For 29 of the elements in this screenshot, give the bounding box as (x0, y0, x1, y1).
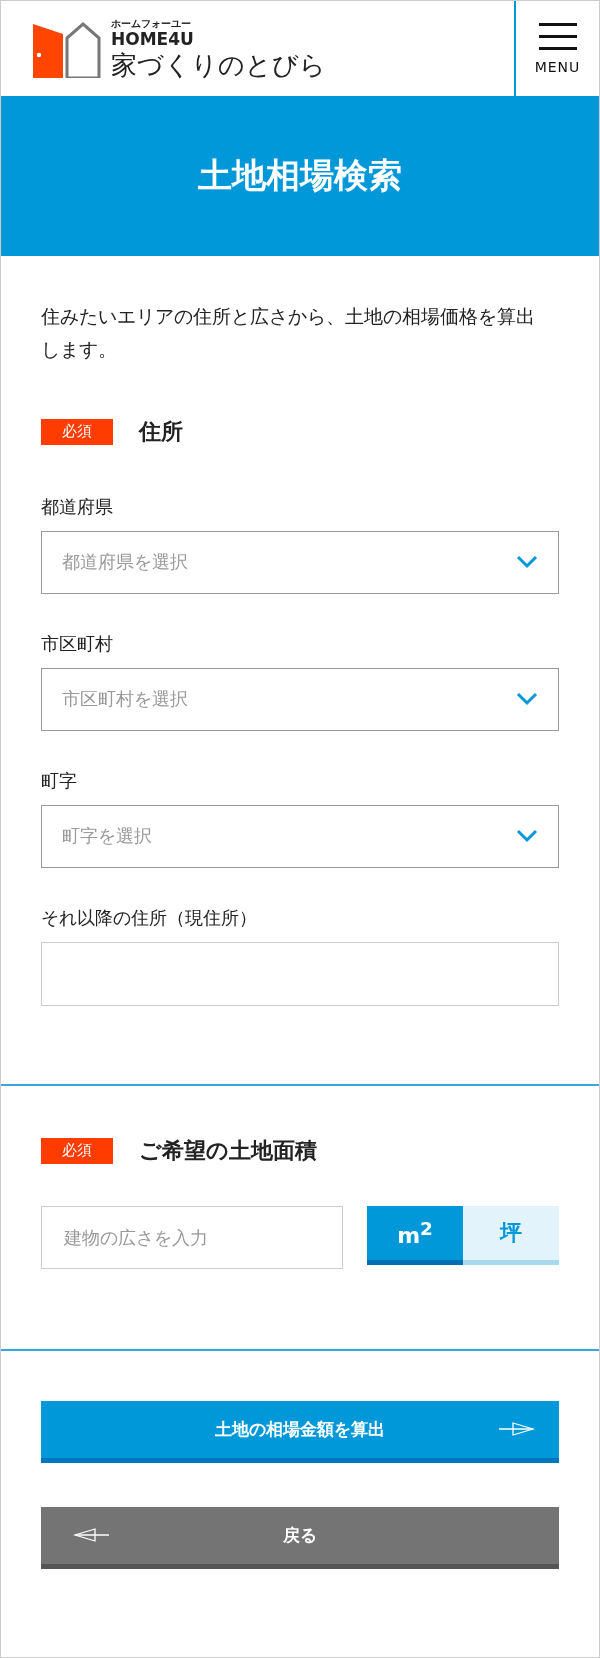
back-button[interactable]: 戻る (41, 1506, 559, 1569)
field-label: 都道府県 (41, 494, 114, 519)
chevron-down-icon (516, 829, 538, 843)
input-field[interactable] (41, 941, 559, 1006)
required-badge: 必須 (41, 418, 113, 445)
section-title: 住所 (139, 417, 183, 446)
logo-kana: ホームフォーユー (111, 19, 192, 29)
select-field[interactable]: 都道府県を選択 (41, 530, 559, 594)
select-field[interactable]: 市区町村を選択 (41, 667, 559, 731)
unit-toggle[interactable]: m$^{2}$ (367, 1205, 463, 1265)
arrow-left-icon (73, 1528, 109, 1542)
arrow-right-icon (499, 1422, 535, 1436)
field-label: 市区町村 (41, 631, 114, 656)
logo-title: 家づくりのとびら (111, 52, 326, 78)
calculate-button[interactable]: 土地の相場金額を算出 (41, 1400, 559, 1463)
section-title: ご希望の土地面積 (139, 1136, 317, 1165)
logo-brand: HOME4U (111, 31, 195, 48)
field-label: それ以降の住所（現住所） (41, 905, 258, 930)
required-badge: 必須 (41, 1137, 113, 1164)
menu-icon (538, 22, 577, 51)
house-door-icon (31, 19, 101, 78)
intro-text: 住みたいエリアの住所と広さから、土地の相場価格を算出します。 (41, 304, 536, 363)
input-field[interactable]: 建物の広さを入力 (41, 1205, 343, 1269)
page-title: 土地相場検索 (198, 154, 402, 197)
chevron-down-icon (516, 692, 538, 706)
chevron-down-icon (516, 555, 538, 569)
select-field[interactable]: 町字を選択 (41, 804, 559, 868)
field-label: 町字 (41, 768, 78, 793)
unit-toggle[interactable]: 坪 (463, 1205, 559, 1265)
